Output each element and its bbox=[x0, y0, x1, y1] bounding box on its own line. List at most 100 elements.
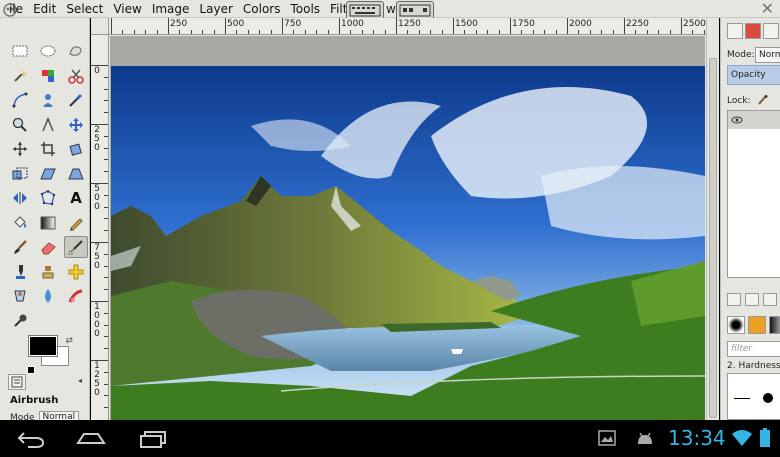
menu-colors[interactable]: Colors bbox=[243, 1, 281, 17]
eye-icon[interactable] bbox=[731, 115, 743, 125]
ruler-minor-tick bbox=[464, 30, 466, 34]
brush-swatches bbox=[727, 316, 780, 334]
dock-tab-layers[interactable] bbox=[745, 23, 761, 39]
free-select-tool-icon[interactable] bbox=[64, 40, 88, 62]
airbrush-tool-icon[interactable] bbox=[64, 236, 88, 258]
menu-view[interactable]: View bbox=[113, 1, 141, 17]
menu-layer[interactable]: Layer bbox=[199, 1, 232, 17]
canvas-scrollbar-thumb[interactable] bbox=[709, 58, 717, 418]
align-tool-icon[interactable] bbox=[8, 138, 32, 160]
ink-tool-icon[interactable] bbox=[8, 261, 32, 283]
menu-edit[interactable]: Edit bbox=[33, 1, 56, 17]
image-canvas[interactable] bbox=[111, 66, 705, 420]
flip-tool-icon[interactable] bbox=[8, 187, 32, 209]
menu-tools[interactable]: Tools bbox=[290, 1, 320, 17]
reset-colors-icon[interactable] bbox=[27, 366, 35, 374]
layer-mode-select[interactable]: Norm bbox=[755, 47, 780, 63]
close-icon[interactable]: ✕ bbox=[761, 1, 774, 17]
ruler-minor-tick bbox=[532, 30, 534, 34]
raise-layer-button[interactable] bbox=[763, 293, 777, 306]
ruler-minor-tick bbox=[555, 30, 557, 34]
move-tool-icon[interactable] bbox=[64, 114, 88, 136]
pencil-tool-icon[interactable] bbox=[64, 212, 88, 234]
color-picker-tool-icon[interactable] bbox=[64, 89, 88, 111]
rotate-tool-icon[interactable] bbox=[64, 138, 88, 160]
vertical-ruler[interactable]: 0 250 500 750 1000 1250 bbox=[91, 35, 109, 420]
ellipse-select-tool-icon[interactable] bbox=[36, 40, 60, 62]
ruler-minor-tick bbox=[544, 30, 546, 34]
fg-bg-color-selector[interactable]: ⇄ bbox=[27, 335, 73, 376]
opacity-slider[interactable]: Opacity bbox=[727, 65, 780, 85]
ruler-minor-tick bbox=[327, 30, 329, 34]
eraser-tool-icon[interactable] bbox=[36, 236, 60, 258]
swap-colors-icon[interactable]: ⇄ bbox=[65, 336, 73, 346]
menu-items: ile Edit Select View Image Layer Colors … bbox=[9, 1, 366, 17]
dock-tab-channels[interactable] bbox=[763, 23, 779, 39]
ruler-minor-tick bbox=[104, 112, 108, 114]
perspective-clone-tool-icon[interactable] bbox=[8, 285, 32, 307]
select-by-color-tool-icon[interactable] bbox=[36, 65, 60, 87]
back-icon[interactable] bbox=[16, 429, 46, 449]
layers-list[interactable] bbox=[727, 110, 780, 278]
brush-filter-input[interactable]: filter bbox=[727, 341, 780, 357]
text-tool-icon[interactable]: A bbox=[64, 187, 88, 209]
paintbrush-tool-icon[interactable] bbox=[8, 236, 32, 258]
cage-transform-tool-icon[interactable] bbox=[36, 187, 60, 209]
brush-swatch-pattern[interactable] bbox=[748, 316, 766, 334]
scissors-tool-icon[interactable] bbox=[64, 65, 88, 87]
measure-tool-icon[interactable] bbox=[36, 114, 60, 136]
dock-tab-images[interactable] bbox=[727, 23, 743, 39]
ruler-label: 2000 bbox=[569, 19, 592, 29]
shear-tool-icon[interactable] bbox=[36, 163, 60, 185]
gallery-notification-icon[interactable] bbox=[598, 430, 616, 446]
brush-preview[interactable] bbox=[727, 373, 780, 420]
blur-tool-icon[interactable] bbox=[36, 285, 60, 307]
ruler-minor-tick bbox=[104, 289, 108, 291]
foreground-select-tool-icon[interactable] bbox=[36, 89, 60, 111]
paths-tool-icon[interactable] bbox=[8, 89, 32, 111]
open-layer-button[interactable] bbox=[745, 293, 759, 306]
perspective-tool-icon[interactable] bbox=[64, 163, 88, 185]
ruler-minor-tick bbox=[104, 218, 108, 220]
recent-apps-icon[interactable] bbox=[138, 429, 168, 449]
bucket-fill-tool-icon[interactable] bbox=[8, 212, 32, 234]
ruler-minor-tick bbox=[104, 407, 108, 409]
canvas-vertical-scrollbar[interactable] bbox=[706, 18, 719, 420]
horizontal-ruler[interactable]: 250 500 750 1000 1250 1500 1750 2000 2250 2500 bbox=[109, 18, 709, 35]
ruler-minor-tick bbox=[361, 30, 363, 34]
heal-tool-icon[interactable] bbox=[64, 261, 88, 283]
dodge-burn-tool-icon[interactable] bbox=[8, 310, 32, 332]
toolbox-panel: A ⇄ ◂ Airbrush Mode Normal bbox=[0, 18, 90, 438]
brush-preview-dots bbox=[734, 393, 773, 403]
layer-action-buttons bbox=[727, 293, 777, 306]
ruler-minor-tick bbox=[104, 383, 108, 385]
ruler-minor-tick bbox=[270, 30, 272, 34]
home-icon[interactable] bbox=[76, 429, 106, 449]
layer-row[interactable] bbox=[728, 111, 780, 129]
ruler-corner[interactable] bbox=[91, 18, 109, 35]
ruler-minor-tick bbox=[104, 159, 108, 161]
rect-select-tool-icon[interactable] bbox=[8, 40, 32, 62]
tool-options-menu-arrow-icon[interactable]: ◂ bbox=[78, 376, 82, 385]
fuzzy-select-tool-icon[interactable] bbox=[8, 65, 32, 87]
menu-file[interactable]: ile bbox=[9, 1, 23, 17]
ruler-minor-tick bbox=[407, 30, 409, 34]
scale-tool-icon[interactable] bbox=[8, 163, 32, 185]
new-layer-button[interactable] bbox=[727, 293, 741, 306]
foreground-color-swatch[interactable] bbox=[28, 335, 58, 357]
clone-tool-icon[interactable] bbox=[36, 261, 60, 283]
zoom-tool-icon[interactable] bbox=[8, 114, 32, 136]
ruler-minor-tick bbox=[703, 30, 705, 34]
crop-tool-icon[interactable] bbox=[36, 138, 60, 160]
tool-options-tab[interactable] bbox=[8, 374, 26, 390]
brush-swatch-gradient[interactable] bbox=[769, 316, 780, 334]
ruler-minor-tick bbox=[104, 395, 108, 397]
ruler-label: 1250 bbox=[94, 361, 100, 398]
blend-tool-icon[interactable] bbox=[36, 212, 60, 234]
smudge-tool-icon[interactable] bbox=[64, 285, 88, 307]
menu-image[interactable]: Image bbox=[152, 1, 190, 17]
lock-brush-icon[interactable] bbox=[757, 94, 769, 106]
brush-swatch-round[interactable] bbox=[727, 316, 745, 334]
menu-select[interactable]: Select bbox=[66, 1, 103, 17]
android-debug-icon[interactable] bbox=[635, 430, 655, 446]
